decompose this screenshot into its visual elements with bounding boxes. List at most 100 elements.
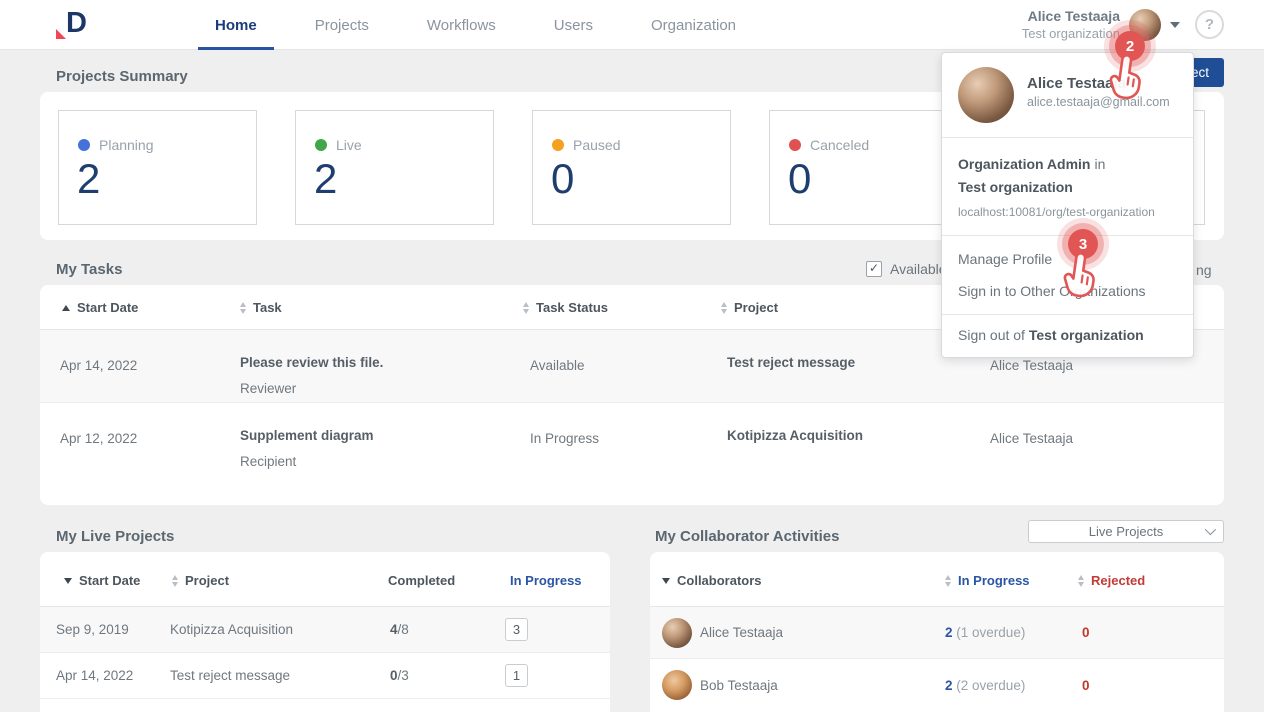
collaborator-row[interactable]: Alice Testaaja 2 (1 overdue) 0	[650, 607, 1224, 659]
top-navbar: D Home Projects Workflows Users Organiza…	[0, 0, 1264, 50]
task-row[interactable]: Apr 12, 2022 Supplement diagram Recipien…	[40, 403, 1224, 476]
project-date: Apr 14, 2022	[56, 668, 133, 683]
help-button[interactable]: ?	[1195, 10, 1224, 39]
task-status: In Progress	[530, 431, 599, 446]
filter-available-checkbox[interactable]: ✓ Available	[866, 261, 947, 277]
collab-sort-in-progress[interactable]: In Progress	[945, 573, 1030, 588]
live-sort-project[interactable]: Project	[172, 573, 229, 588]
logo-accent-triangle	[56, 29, 66, 39]
menu-item-sign-out[interactable]: Sign out of Test organization	[942, 315, 1193, 357]
sort-icon	[523, 302, 529, 314]
menu-user-avatar	[958, 67, 1014, 123]
collaborator-activities-card: Collaborators In Progress Rejected Alice…	[650, 552, 1224, 712]
live-sort-start-date[interactable]: Start Date	[64, 573, 140, 588]
live-col-in-progress: In Progress	[510, 573, 582, 588]
collaborator-rejected: 0	[1082, 678, 1090, 693]
in-progress-count: 2	[945, 625, 953, 640]
logo-letter: D	[66, 7, 87, 40]
my-collaborator-activities-title: My Collaborator Activities	[655, 528, 839, 545]
sort-icon	[945, 575, 951, 587]
task-project: Kotipizza Acquisition	[727, 428, 863, 443]
main-nav: Home Projects Workflows Users Organizati…	[186, 0, 765, 50]
tutorial-hand-pointer-icon	[1098, 49, 1151, 110]
paused-status-dot	[552, 139, 564, 151]
project-date: Sep 9, 2019	[56, 622, 129, 637]
projects-summary-title: Projects Summary	[56, 68, 188, 85]
collaborator-filter-select[interactable]: Live Projects	[1028, 520, 1224, 543]
stat-card-paused[interactable]: Paused 0	[532, 110, 731, 225]
checkbox-checked[interactable]: ✓	[866, 261, 882, 277]
nav-item-projects[interactable]: Projects	[286, 0, 398, 50]
stat-label: Paused	[573, 137, 620, 153]
completed-total: /8	[398, 622, 409, 637]
live-projects-header: Start Date Project Completed In Progress	[40, 552, 610, 607]
in-progress-count-badge[interactable]: 1	[505, 664, 528, 687]
in-progress-count-badge[interactable]: 3	[505, 618, 528, 641]
tasks-sort-start-date[interactable]: Start Date	[62, 300, 138, 315]
in-progress-count: 2	[945, 678, 953, 693]
collaborator-avatar	[662, 670, 692, 700]
collab-sort-rejected[interactable]: Rejected	[1078, 573, 1145, 588]
stat-card-planning[interactable]: Planning 2	[58, 110, 257, 225]
completed-total: /3	[398, 668, 409, 683]
live-project-row[interactable]: Sep 9, 2019 Kotipizza Acquisition 4/8 3	[40, 607, 610, 653]
column-label: Project	[185, 573, 229, 588]
task-assignee: Alice Testaaja	[990, 358, 1073, 373]
stat-label: Canceled	[810, 137, 869, 153]
column-label: Rejected	[1091, 573, 1145, 588]
column-label: Project	[734, 300, 778, 315]
sign-out-org: Test organization	[1029, 327, 1144, 343]
tasks-sort-task-status[interactable]: Task Status	[523, 300, 608, 315]
chevron-down-icon	[1205, 524, 1216, 535]
nav-item-users[interactable]: Users	[525, 0, 622, 50]
filter-partial-text: ng	[1196, 262, 1212, 278]
task-date: Apr 14, 2022	[60, 358, 137, 373]
live-project-row[interactable]: Apr 14, 2022 Test reject message 0/3 1	[40, 653, 610, 699]
planning-status-dot	[78, 139, 90, 151]
completed-count: 4	[390, 622, 398, 637]
collaborator-row[interactable]: Bob Testaaja 2 (2 overdue) 0	[650, 659, 1224, 711]
completed-count: 0	[390, 668, 398, 683]
collaborator-name: Bob Testaaja	[700, 678, 778, 693]
column-label: In Progress	[958, 573, 1030, 588]
menu-role-suffix: in	[1094, 156, 1105, 172]
project-name: Test reject message	[170, 668, 290, 683]
user-info: Alice Testaaja Test organization	[1022, 8, 1120, 42]
project-completed: 0/3	[390, 668, 409, 683]
user-menu-trigger[interactable]: Alice Testaaja Test organization	[1022, 8, 1180, 42]
tasks-sort-task[interactable]: Task	[240, 300, 282, 315]
project-name: Kotipizza Acquisition	[170, 622, 293, 637]
live-status-dot	[315, 139, 327, 151]
stat-value: 2	[77, 155, 100, 203]
sign-out-prefix: Sign out of	[958, 327, 1029, 343]
chevron-down-icon	[1170, 22, 1180, 28]
task-title: Supplement diagram	[240, 428, 374, 443]
column-label: Collaborators	[677, 573, 762, 588]
user-dropdown-menu: Alice Testaaja alice.testaaja@gmail.com …	[941, 52, 1194, 358]
dashboard-page: D Home Projects Workflows Users Organiza…	[0, 0, 1264, 712]
stat-value: 2	[314, 155, 337, 203]
filter-available-label: Available	[890, 261, 947, 277]
my-tasks-title: My Tasks	[56, 261, 122, 278]
nav-item-organization[interactable]: Organization	[622, 0, 765, 50]
tasks-sort-project[interactable]: Project	[721, 300, 778, 315]
collaborator-rejected: 0	[1082, 625, 1090, 640]
select-value: Live Projects	[1089, 524, 1163, 539]
menu-user-section: Alice Testaaja alice.testaaja@gmail.com	[942, 53, 1193, 138]
menu-org-name: Test organization	[958, 177, 1177, 198]
user-organization: Test organization	[1022, 26, 1120, 42]
menu-role: Organization Admin	[958, 156, 1090, 172]
question-icon: ?	[1205, 16, 1214, 33]
stat-card-live[interactable]: Live 2	[295, 110, 494, 225]
canceled-status-dot	[789, 139, 801, 151]
project-completed: 4/8	[390, 622, 409, 637]
stat-card-canceled[interactable]: Canceled 0	[769, 110, 968, 225]
nav-item-home[interactable]: Home	[186, 0, 286, 50]
task-role: Recipient	[240, 454, 296, 469]
nav-item-workflows[interactable]: Workflows	[398, 0, 525, 50]
user-name: Alice Testaaja	[1022, 8, 1120, 26]
column-label: Task Status	[536, 300, 608, 315]
stat-value: 0	[551, 155, 574, 203]
collab-sort-collaborators[interactable]: Collaborators	[662, 573, 762, 588]
app-logo[interactable]: D	[56, 7, 102, 45]
